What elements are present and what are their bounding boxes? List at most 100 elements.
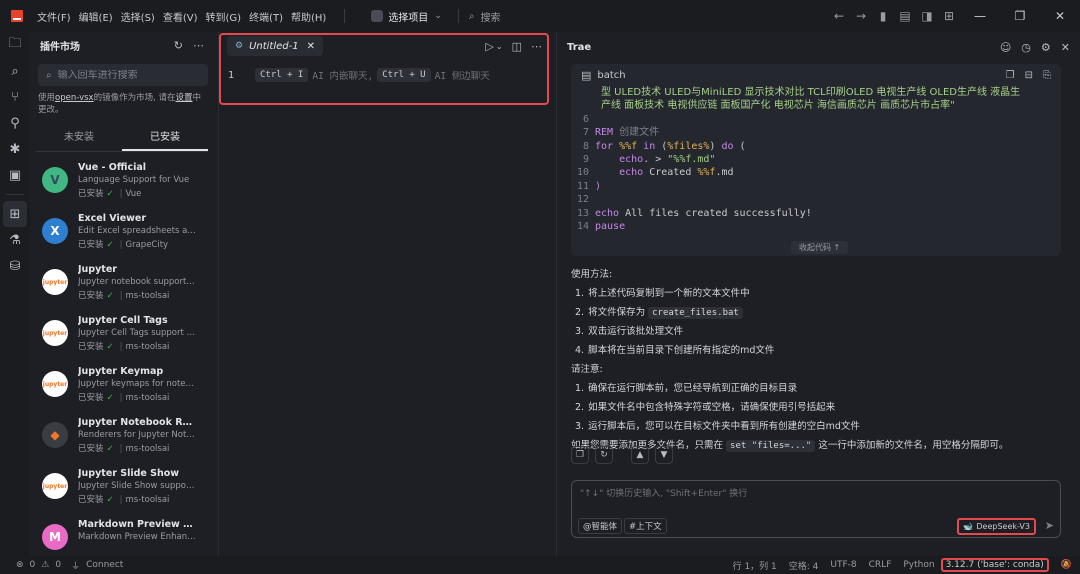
database-icon[interactable]: ⛁ xyxy=(0,253,30,279)
extension-item[interactable]: V Vue - Official Language Support for Vue 已… xyxy=(30,162,214,213)
menu-selection[interactable]: 选择(S) xyxy=(121,9,155,24)
chat-input[interactable] xyxy=(580,487,1050,501)
extension-name: Vue - Official xyxy=(78,162,147,173)
usage-step: 3. 双击运行该批处理文件 xyxy=(575,326,684,337)
restore-icon[interactable]: ❐ xyxy=(1000,0,1040,32)
toggle-aux-bar-icon[interactable]: ◨ xyxy=(916,5,938,27)
extension-icon: M xyxy=(42,524,68,550)
nav-forward-icon[interactable]: → xyxy=(850,5,872,27)
notice-text: 使用 xyxy=(38,93,56,103)
menu-terminal[interactable]: 终端(T) xyxy=(249,9,283,24)
project-select[interactable]: 选择项目 ⌄ xyxy=(371,9,442,24)
regenerate-icon[interactable]: ↻ xyxy=(595,446,613,464)
inline-code: set "files=..." xyxy=(726,440,816,452)
context-chip[interactable]: #上下文 xyxy=(624,518,667,534)
copy-code-icon[interactable]: ❐ xyxy=(1006,70,1015,81)
code-row: 6 xyxy=(582,113,589,125)
extension-publisher: ms-toolsai xyxy=(125,444,170,454)
agent-icon[interactable]: ☺ xyxy=(1000,41,1011,54)
menu-help[interactable]: 帮助(H) xyxy=(291,9,326,24)
title-search[interactable]: ⌕ 搜索 xyxy=(469,9,501,24)
extensions-icon[interactable]: ⊞ xyxy=(3,201,27,227)
toggle-sidebar-icon[interactable]: ▮ xyxy=(872,5,894,27)
extension-item[interactable]: jupyter Jupyter Cell Tags Jupyter Cell Tag… xyxy=(30,315,214,366)
code-row: 13 echo All files created successfully! xyxy=(576,207,812,219)
history-icon[interactable]: ◷ xyxy=(1021,41,1031,54)
indentation[interactable]: 空格: 4 xyxy=(789,559,819,572)
menu-edit[interactable]: 编辑(E) xyxy=(79,9,113,24)
extension-name: Jupyter Slide Show xyxy=(78,468,180,479)
notifications-icon[interactable]: 🔕 xyxy=(1061,560,1072,570)
open-vsx-link[interactable]: open-vsx xyxy=(55,93,94,103)
toggle-panel-icon[interactable]: ▤ xyxy=(894,5,916,27)
chat-input-box: @智能体 #上下文 🐋 DeepSeek-V3 ➤ xyxy=(571,480,1061,538)
extension-item[interactable]: jupyter Jupyter Keymap Jupyter keymaps for… xyxy=(30,366,214,417)
tab-not-installed[interactable]: 未安装 xyxy=(36,124,122,151)
search-icon: ⌕ xyxy=(468,10,475,22)
close-window-icon[interactable]: ✕ xyxy=(1040,0,1080,32)
python-interpreter[interactable]: 3.12.7 ('base': conda) xyxy=(940,558,1049,572)
extension-text: Jupyter Notebook Ren... Renderers for Jup… xyxy=(78,417,196,468)
line-ending[interactable]: CRLF xyxy=(869,560,892,570)
source-control-icon[interactable]: ⑂ xyxy=(0,84,30,110)
code-content: 型 ULED技术 ULED与MiniLED 显示技术对比 TCL印刷OLED 电… xyxy=(571,86,1061,233)
search-icon: ⌕ xyxy=(46,69,52,81)
insert-code-icon[interactable]: ⊟ xyxy=(1025,70,1033,81)
agent-chip[interactable]: @智能体 xyxy=(578,518,623,534)
notes-title: 请注意: xyxy=(571,364,603,375)
remote-icon[interactable]: ⚲ xyxy=(0,110,30,136)
extension-text: Jupyter Keymap Jupyter keymaps for noteb.… xyxy=(78,366,196,417)
warning-icon[interactable]: ⚠ xyxy=(41,560,49,570)
extension-name: Jupyter Cell Tags xyxy=(78,315,168,326)
extension-icon: jupyter xyxy=(42,320,68,346)
check-icon: ✓ xyxy=(106,342,114,352)
nav-back-icon[interactable]: ← xyxy=(828,5,850,27)
search-activity-icon[interactable]: ⌕ xyxy=(0,58,30,84)
close-panel-icon[interactable]: ✕ xyxy=(1061,41,1070,54)
menu-file[interactable]: 文件(F) xyxy=(37,9,71,24)
layout-icon[interactable]: ⊞ xyxy=(938,5,960,27)
send-icon[interactable]: ➤ xyxy=(1045,519,1054,532)
extension-publisher: ms-toolsai xyxy=(125,495,170,505)
installed-status: 已安装 xyxy=(78,342,104,352)
model-select[interactable]: 🐋 DeepSeek-V3 xyxy=(957,518,1036,535)
more-icon[interactable]: ⋯ xyxy=(193,39,204,52)
explorer-icon[interactable]: 🗀 xyxy=(0,32,30,58)
extension-publisher: ms-toolsai xyxy=(125,342,170,352)
menu-go[interactable]: 转到(G) xyxy=(206,9,242,24)
extension-search-input[interactable] xyxy=(57,69,198,81)
run-icon[interactable]: ▣ xyxy=(0,162,30,188)
extension-name: Jupyter Keymap xyxy=(78,366,164,377)
extension-item[interactable]: ◆ Jupyter Notebook Ren... Renderers for Ju… xyxy=(30,417,214,468)
code-row: 12 xyxy=(576,194,589,206)
model-label: DeepSeek-V3 xyxy=(976,522,1030,531)
debug-icon[interactable]: ✱ xyxy=(0,136,30,162)
cursor-position[interactable]: 行 1，列 1 xyxy=(733,559,777,572)
check-icon: ✓ xyxy=(106,444,114,454)
menu-view[interactable]: 查看(V) xyxy=(163,9,198,24)
meta-separator: | xyxy=(119,240,123,250)
thumbs-up-icon[interactable]: ▲ xyxy=(631,446,649,464)
installed-status: 已安装 xyxy=(78,444,104,454)
extension-item[interactable]: X Excel Viewer Edit Excel spreadsheets and… xyxy=(30,213,214,264)
error-icon[interactable]: ⊗ xyxy=(16,560,24,570)
refresh-icon[interactable]: ↻ xyxy=(174,39,183,52)
settings-icon[interactable]: ⚙ xyxy=(1041,41,1051,54)
extension-item[interactable]: jupyter Jupyter Jupyter notebook support, … xyxy=(30,264,214,315)
connect-label[interactable]: Connect xyxy=(86,560,123,570)
tab-installed[interactable]: 已安装 xyxy=(122,124,208,151)
minimize-icon[interactable]: — xyxy=(960,0,1000,32)
extension-icon: jupyter xyxy=(42,371,68,397)
apply-code-icon[interactable]: ⎘ xyxy=(1043,70,1051,81)
settings-link[interactable]: 设置 xyxy=(175,93,192,103)
collapse-code-button[interactable]: 收起代码 ↑ xyxy=(791,241,849,254)
copy-answer-icon[interactable]: ❐ xyxy=(571,446,589,464)
thumbs-down-icon[interactable]: ▼ xyxy=(655,446,673,464)
code-row: 9 echo. > "%%f.md" xyxy=(582,154,716,166)
title-right-controls: ← → ▮ ▤ ◨ ⊞ — ❐ ✕ xyxy=(828,0,1080,32)
language-mode[interactable]: Python xyxy=(903,560,934,570)
encoding[interactable]: UTF-8 xyxy=(830,560,856,570)
extension-item[interactable]: jupyter Jupyter Slide Show Jupyter Slide S… xyxy=(30,468,214,519)
testing-icon[interactable]: ⚗ xyxy=(0,227,30,253)
extension-search-box[interactable]: ⌕ xyxy=(38,64,208,86)
